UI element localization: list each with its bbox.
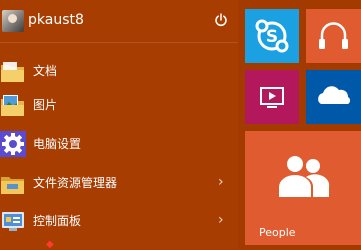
scroll-indicator-icon: ◆ [46,239,54,250]
menu-item-label: 图片 [33,98,58,112]
svg-text:S: S [266,27,278,47]
start-menu-left-pane: pkaust8 文档 图片 电脑设置 文件资源管理器 › 控制面板 › ◆ [0,0,238,250]
tile-people-label: People [259,226,296,239]
tile-skype[interactable]: S [245,9,299,63]
people-icon [279,156,330,197]
pictures-folder-icon [1,95,24,116]
user-name[interactable]: pkaust8 [28,11,84,29]
control-panel-icon [2,212,24,231]
gear-icon [0,131,26,157]
power-icon [215,13,227,27]
menu-item-pictures[interactable]: 图片 [0,88,238,122]
tile-music[interactable] [306,9,361,63]
menu-item-label: 文件资源管理器 [33,176,118,190]
headphones-icon [319,22,348,49]
file-explorer-icon [1,177,24,194]
chevron-right-icon[interactable]: › [218,212,224,228]
menu-item-label: 电脑设置 [33,137,82,151]
avatar[interactable] [2,10,24,32]
divider [0,42,238,43]
video-icon [260,87,284,108]
tile-onedrive[interactable] [306,70,361,124]
menu-item-pc-settings[interactable]: 电脑设置 [0,127,238,161]
menu-item-label: 文档 [33,64,58,78]
menu-item-label: 控制面板 [33,214,82,228]
user-account-row[interactable]: pkaust8 [0,0,238,40]
skype-icon: S [255,19,289,53]
cloud-icon [318,86,351,104]
folder-icon [1,62,24,82]
menu-item-control-panel[interactable]: 控制面板 › [0,204,238,238]
tile-people[interactable]: People [245,131,361,245]
tile-video[interactable] [245,70,299,124]
menu-item-documents[interactable]: 文档 [0,54,238,88]
power-button[interactable] [212,11,230,29]
menu-item-file-explorer[interactable]: 文件资源管理器 › [0,166,238,200]
chevron-right-icon[interactable]: › [218,174,224,190]
